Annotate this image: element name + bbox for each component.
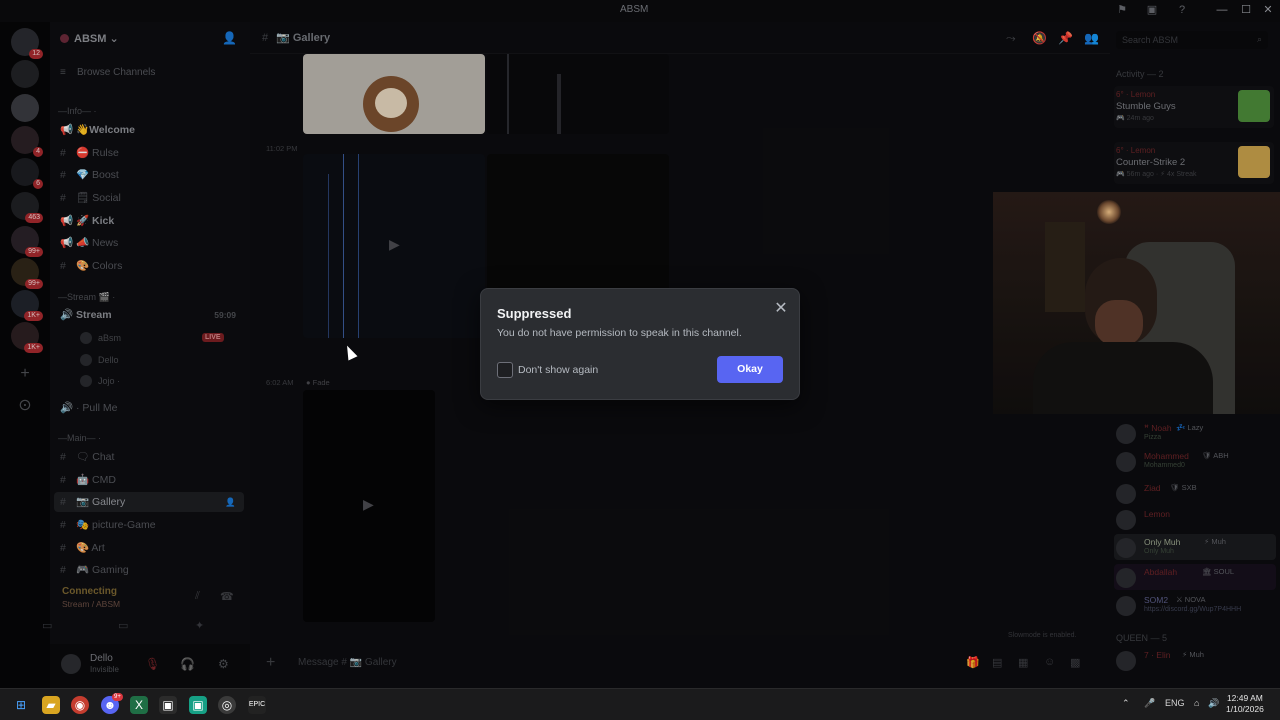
- window-title: ABSM: [620, 4, 649, 15]
- discord-badge: 9+: [112, 693, 123, 701]
- okay-button[interactable]: Okay: [717, 356, 783, 383]
- minimize-button[interactable]: —: [1212, 2, 1232, 18]
- app-icon[interactable]: ▣: [159, 696, 177, 714]
- epic-games-icon[interactable]: EPIC: [248, 696, 266, 714]
- taskbar: ⊞ ▰ ◉ ☻ 9+ X ▣ ▣ ◎ EPIC ⌃ 🎤 ENG ⌂ 🔊 12:4…: [0, 688, 1280, 720]
- dont-show-again-checkbox[interactable]: [497, 362, 513, 378]
- title-bar: ABSM ⚑ ▣ ? — ☐ ✕: [0, 0, 1280, 22]
- dialog-message: You do not have permission to speak in t…: [497, 327, 742, 339]
- dont-show-again-label[interactable]: Don't show again: [518, 364, 598, 376]
- dialog-title: Suppressed: [497, 306, 572, 321]
- steam-icon[interactable]: ◎: [218, 696, 236, 714]
- close-window-button[interactable]: ✕: [1258, 2, 1278, 18]
- chrome-icon[interactable]: ◉: [71, 696, 89, 714]
- suppressed-dialog: Suppressed You do not have permission to…: [480, 288, 800, 400]
- microphone-icon[interactable]: 🎤: [1144, 698, 1155, 709]
- excel-icon[interactable]: X: [130, 696, 148, 714]
- network-icon[interactable]: ⌂: [1194, 698, 1199, 708]
- clock-time: 12:49 AM: [1226, 693, 1263, 703]
- windows-start-icon[interactable]: ⊞: [12, 696, 30, 714]
- maximize-button[interactable]: ☐: [1236, 2, 1256, 18]
- window-icon[interactable]: ▣: [1146, 4, 1158, 16]
- file-explorer-icon[interactable]: ▰: [42, 696, 60, 714]
- app-icon[interactable]: ▣: [189, 696, 207, 714]
- volume-icon[interactable]: 🔊: [1208, 698, 1219, 709]
- inbox-icon[interactable]: ⚑: [1116, 4, 1128, 16]
- language-indicator[interactable]: ENG: [1165, 698, 1185, 708]
- clock-date: 1/10/2026: [1226, 704, 1264, 714]
- help-icon[interactable]: ?: [1176, 4, 1188, 16]
- clock[interactable]: 12:49 AM 1/10/2026: [1226, 693, 1264, 715]
- close-icon[interactable]: ✕: [771, 299, 791, 319]
- tray-chevron-icon[interactable]: ⌃: [1122, 698, 1130, 709]
